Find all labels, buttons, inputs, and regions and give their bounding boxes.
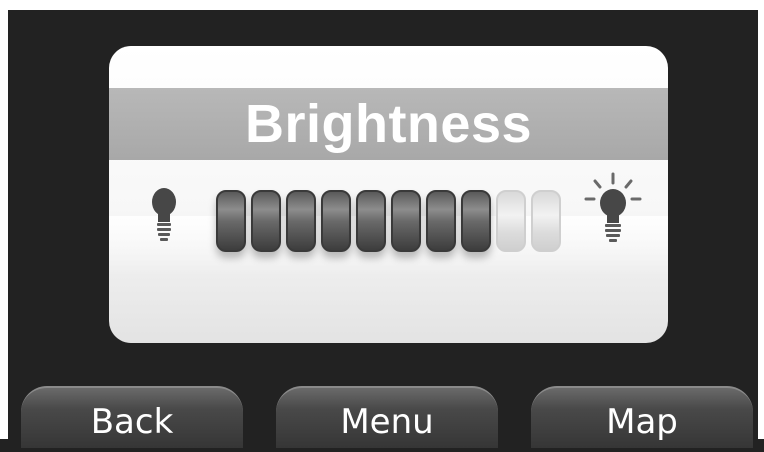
brightness-segment[interactable]	[531, 190, 561, 252]
screen-top-edge	[0, 0, 764, 10]
brightness-segment[interactable]	[496, 190, 526, 252]
dialog-title: Brightness	[244, 94, 533, 154]
brightness-level-bar[interactable]	[216, 190, 566, 254]
brightness-dialog: Brightness	[109, 46, 668, 343]
brightness-segment[interactable]	[286, 190, 316, 252]
screen-right-edge	[758, 0, 764, 439]
brightness-segment[interactable]	[251, 190, 281, 252]
map-button-label: Map	[606, 402, 678, 442]
brightness-segment[interactable]	[461, 190, 491, 252]
screen-left-edge	[0, 0, 8, 439]
brightness-segment[interactable]	[321, 190, 351, 252]
lightbulb-off-icon[interactable]	[149, 186, 179, 246]
brightness-segment[interactable]	[216, 190, 246, 252]
back-button-label: Back	[90, 402, 174, 442]
title-band: Brightness	[109, 88, 668, 160]
brightness-segment[interactable]	[426, 190, 456, 252]
menu-button-label: Menu	[340, 402, 434, 442]
brightness-segment[interactable]	[356, 190, 386, 252]
brightness-segment[interactable]	[391, 190, 421, 252]
lightbulb-on-icon[interactable]	[583, 172, 643, 246]
